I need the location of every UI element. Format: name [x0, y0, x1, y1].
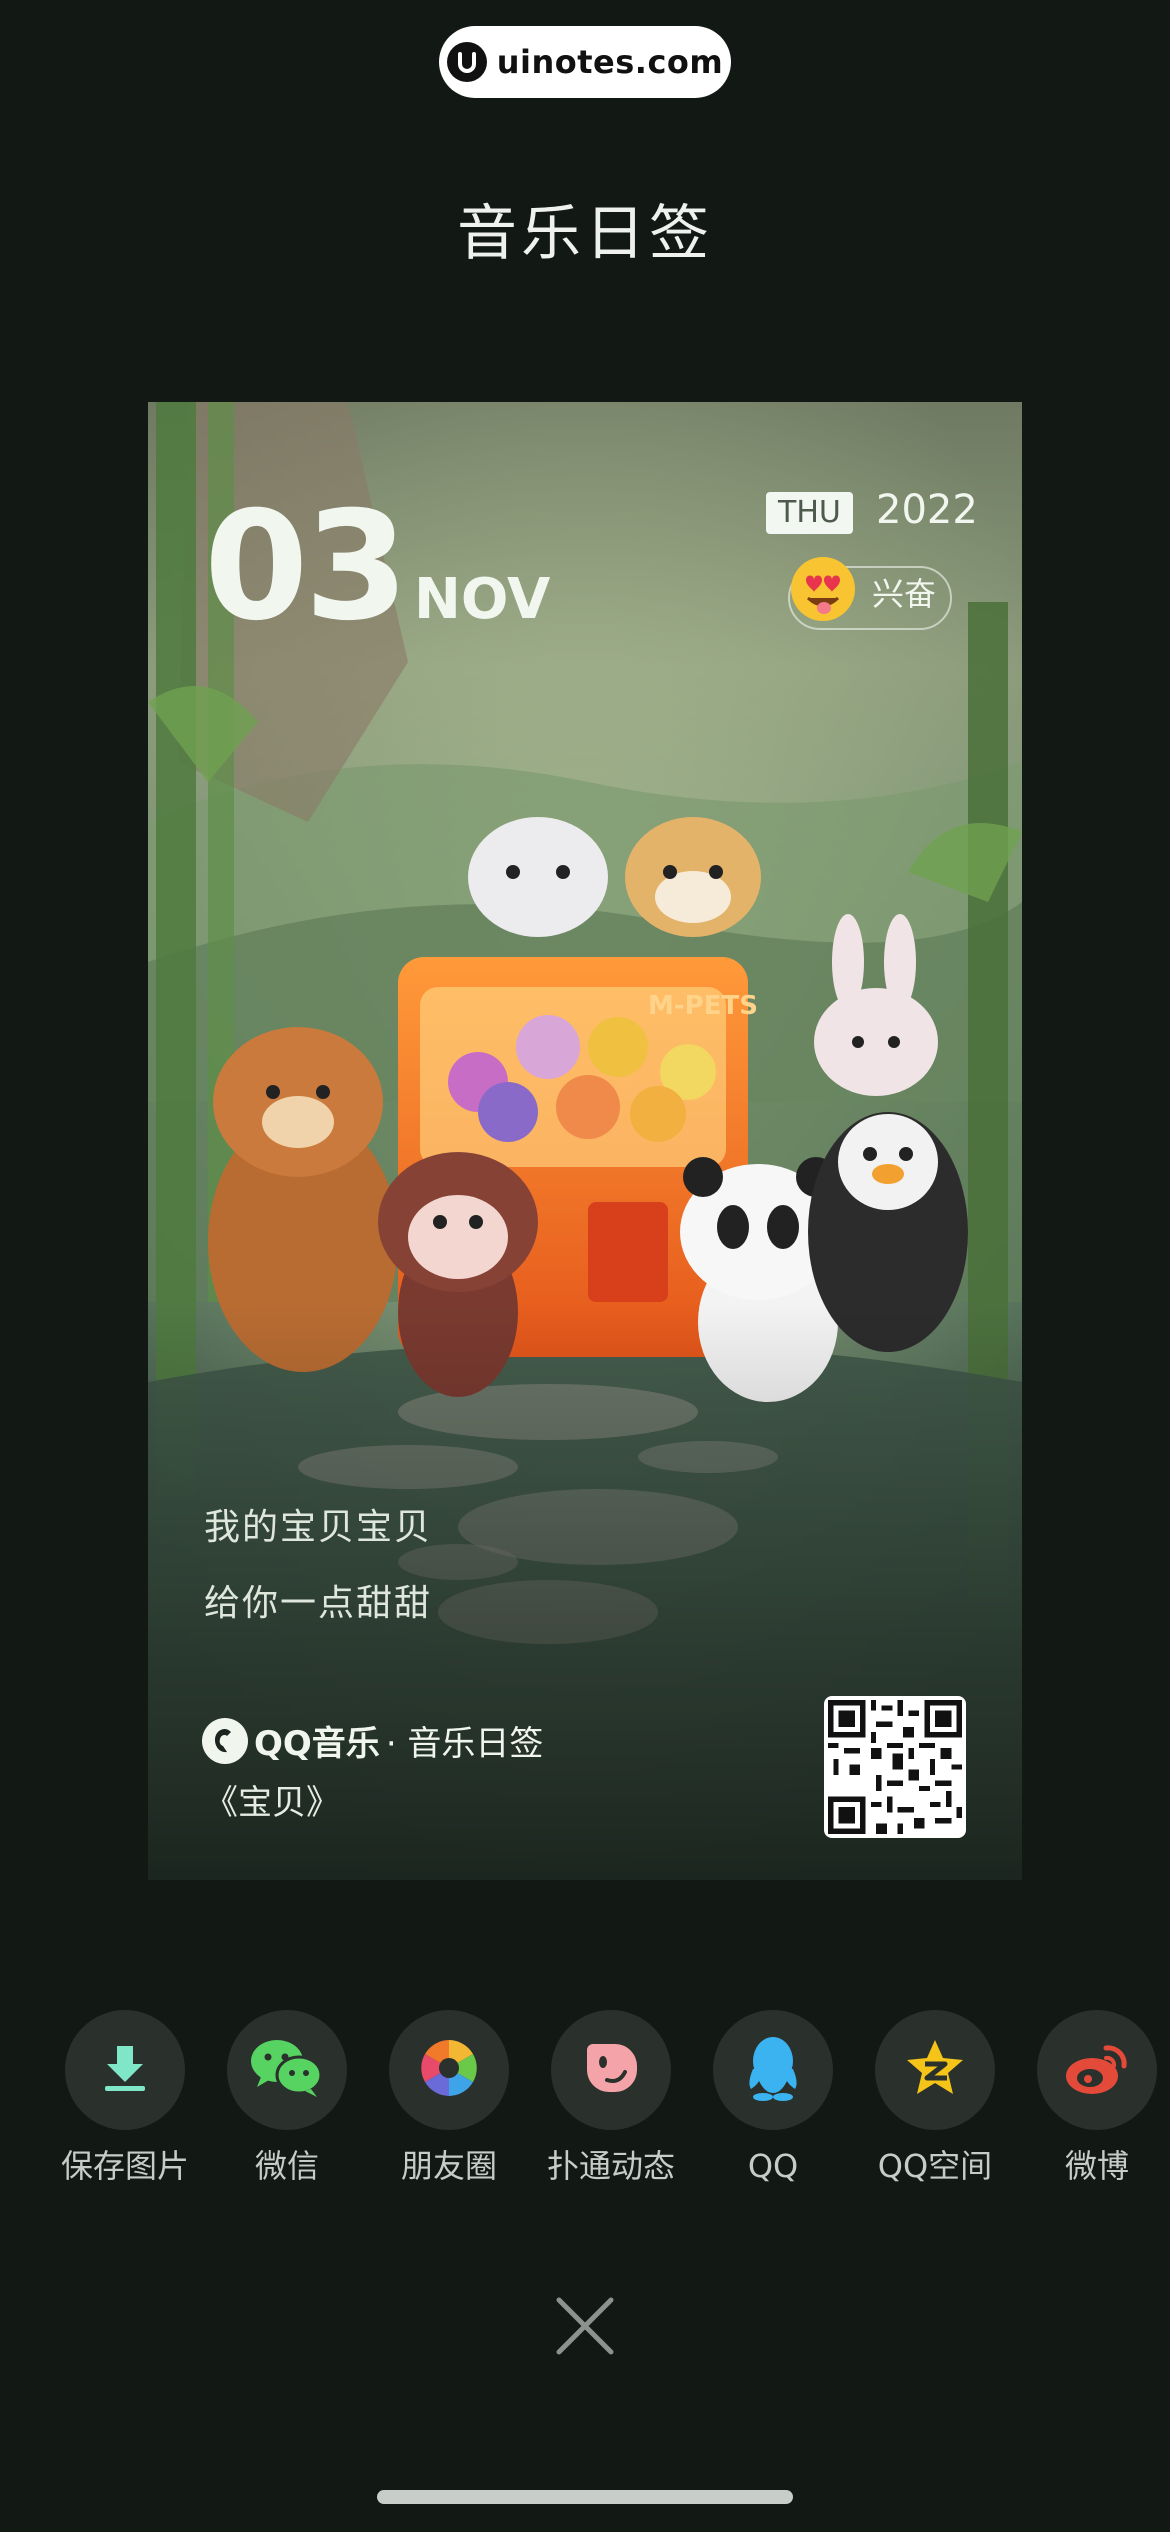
- qq-icon: [743, 2033, 803, 2107]
- share-wechat-button[interactable]: 微信: [212, 2010, 362, 2182]
- date-month: NOV: [414, 567, 551, 632]
- page-title: 音乐日签: [457, 199, 713, 269]
- putong-icon: [579, 2036, 643, 2104]
- share-save-image-button[interactable]: 保存图片: [50, 2010, 200, 2182]
- qzone-icon: [903, 2036, 967, 2104]
- moments-icon: [417, 2036, 481, 2104]
- share-label: 微博: [1064, 2147, 1129, 2185]
- share-putong-button[interactable]: 扑通动态: [536, 2010, 686, 2182]
- close-button[interactable]: [549, 2290, 621, 2362]
- mood-label: 兴奋: [872, 575, 937, 613]
- share-weibo-button[interactable]: 微博: [1022, 2010, 1170, 2182]
- heart-eyes-emoji-icon: [788, 554, 858, 624]
- date-year: 2022: [876, 487, 978, 533]
- share-circle: [227, 2010, 347, 2130]
- share-label: 朋友圈: [400, 2147, 497, 2185]
- brand-subtitle: · 音乐日签: [385, 1724, 544, 1764]
- machine-brand-text: M-PETS: [648, 991, 758, 1021]
- close-icon: [549, 2297, 621, 2366]
- share-label: QQ: [747, 2147, 799, 2185]
- qq-music-logo-icon: [202, 1717, 248, 1764]
- uinotes-logo-icon: [446, 42, 487, 82]
- lyric-line-1: 我的宝贝宝贝: [204, 1507, 433, 1548]
- share-label: 微信: [254, 2147, 319, 2185]
- weekday-badge: THU: [766, 492, 853, 534]
- lyric-line-2: 给你一点甜甜: [204, 1583, 433, 1624]
- brand-line: QQ音乐 · 音乐日签: [202, 1716, 543, 1765]
- watermark-text: uinotes.com: [496, 43, 724, 81]
- share-qzone-button[interactable]: QQ空间: [860, 2010, 1010, 2182]
- share-circle: [1037, 2010, 1157, 2130]
- song-title: 《宝贝》: [204, 1783, 340, 1823]
- weibo-icon: [1062, 2038, 1132, 2102]
- watermark-badge: uinotes.com: [439, 26, 731, 98]
- qr-code: [824, 1696, 966, 1838]
- brand-name: QQ音乐: [254, 1724, 380, 1764]
- share-circle: [551, 2010, 671, 2130]
- share-circle: [875, 2010, 995, 2130]
- share-circle: [65, 2010, 185, 2130]
- download-icon: [95, 2038, 155, 2102]
- music-daily-card: M-PETS 03 NOV THU 2022 兴奋 我的宝贝宝贝 给你一点甜甜 …: [148, 402, 1022, 1880]
- wechat-icon: [247, 2033, 327, 2107]
- share-label: 扑通动态: [546, 2147, 675, 2185]
- share-circle: [389, 2010, 509, 2130]
- share-qq-button[interactable]: QQ: [698, 2010, 848, 2182]
- share-circle: [713, 2010, 833, 2130]
- date-day: 03: [204, 480, 409, 654]
- share-label: 保存图片: [60, 2147, 189, 2185]
- share-options: 保存图片 微信 朋友圈 扑通动态 QQ QQ空间 微博: [0, 2010, 1170, 2200]
- share-moments-button[interactable]: 朋友圈: [374, 2010, 524, 2182]
- share-label: QQ空间: [877, 2147, 993, 2185]
- home-indicator[interactable]: [377, 2490, 793, 2504]
